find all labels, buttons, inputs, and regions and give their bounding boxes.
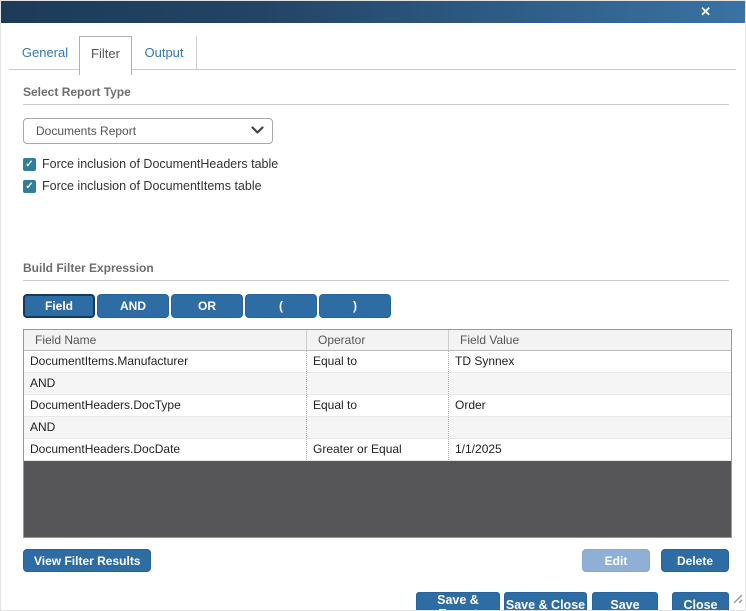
table-row[interactable]: DocumentHeaders.DocType Equal to Order xyxy=(24,395,731,417)
operator-cell xyxy=(306,417,448,438)
and-button[interactable]: AND xyxy=(97,294,169,318)
checkbox-checked-icon: ✓ xyxy=(23,158,36,171)
tab-filter[interactable]: Filter xyxy=(79,36,132,75)
report-type-selected-value: Documents Report xyxy=(36,124,251,138)
or-button[interactable]: OR xyxy=(171,294,243,318)
section-divider xyxy=(23,104,729,105)
field-value-cell: TD Synnex xyxy=(448,351,731,372)
operator-cell: Greater or Equal xyxy=(306,439,448,460)
checkbox-label: Force inclusion of DocumentItems table xyxy=(42,179,262,193)
column-header-field-value: Field Value xyxy=(448,330,731,350)
table-empty-area xyxy=(24,461,731,537)
report-dialog: ✕ General Filter Output Select Report Ty… xyxy=(0,0,746,611)
table-row[interactable]: AND xyxy=(24,417,731,439)
save-and-close-button[interactable]: Save & Close xyxy=(504,592,587,611)
table-row[interactable]: AND xyxy=(24,373,731,395)
tab-bar: General Filter Output xyxy=(1,36,745,76)
delete-button[interactable]: Delete xyxy=(661,549,729,572)
save-and-export-button[interactable]: Save & Export xyxy=(416,592,500,611)
select-report-type-label: Select Report Type xyxy=(23,85,729,99)
expression-button-row: Field AND OR ( ) xyxy=(23,294,729,318)
build-filter-expression-label: Build Filter Expression xyxy=(23,261,729,275)
checkbox-label: Force inclusion of DocumentHeaders table xyxy=(42,157,278,171)
checkbox-checked-icon: ✓ xyxy=(23,180,36,193)
close-icon[interactable]: ✕ xyxy=(700,3,711,21)
field-name-cell: DocumentItems.Manufacturer xyxy=(24,351,306,372)
checkbox-force-documentheaders[interactable]: ✓ Force inclusion of DocumentHeaders tab… xyxy=(23,157,729,171)
table-header-row: Field Name Operator Field Value xyxy=(24,330,731,351)
tab-general[interactable]: General xyxy=(11,36,79,69)
table-action-row: View Filter Results Edit Delete xyxy=(23,549,729,572)
checkbox-force-documentitems[interactable]: ✓ Force inclusion of DocumentItems table xyxy=(23,179,729,193)
open-paren-button[interactable]: ( xyxy=(245,294,317,318)
section-divider xyxy=(23,280,729,281)
table-row[interactable]: DocumentItems.Manufacturer Equal to TD S… xyxy=(24,351,731,373)
close-paren-button[interactable]: ) xyxy=(319,294,391,318)
field-value-cell xyxy=(448,373,731,394)
field-name-cell: AND xyxy=(24,417,306,438)
dialog-titlebar: ✕ xyxy=(1,1,745,23)
filter-expression-table: Field Name Operator Field Value Document… xyxy=(23,329,732,538)
field-name-cell: DocumentHeaders.DocType xyxy=(24,395,306,416)
operator-cell: Equal to xyxy=(306,351,448,372)
footer-action-row: Save & Export Save & Close Save Close xyxy=(23,592,729,611)
operator-cell xyxy=(306,373,448,394)
close-button[interactable]: Close xyxy=(672,592,729,611)
tab-output[interactable]: Output xyxy=(132,36,197,69)
field-value-cell: 1/1/2025 xyxy=(448,439,731,460)
table-row[interactable]: DocumentHeaders.DocDate Greater or Equal… xyxy=(24,439,731,461)
field-value-cell xyxy=(448,417,731,438)
resize-grip-icon[interactable] xyxy=(732,591,743,609)
chevron-down-icon xyxy=(251,122,264,140)
dialog-content: Select Report Type Documents Report ✓ Fo… xyxy=(1,85,745,611)
view-filter-results-button[interactable]: View Filter Results xyxy=(23,549,151,572)
field-name-cell: DocumentHeaders.DocDate xyxy=(24,439,306,460)
operator-cell: Equal to xyxy=(306,395,448,416)
field-button[interactable]: Field xyxy=(23,294,95,318)
save-button[interactable]: Save xyxy=(592,592,658,611)
column-header-operator: Operator xyxy=(306,330,448,350)
edit-button[interactable]: Edit xyxy=(582,549,650,572)
column-header-field-name: Field Name xyxy=(24,330,306,350)
report-type-select[interactable]: Documents Report xyxy=(23,118,273,144)
field-name-cell: AND xyxy=(24,373,306,394)
field-value-cell: Order xyxy=(448,395,731,416)
